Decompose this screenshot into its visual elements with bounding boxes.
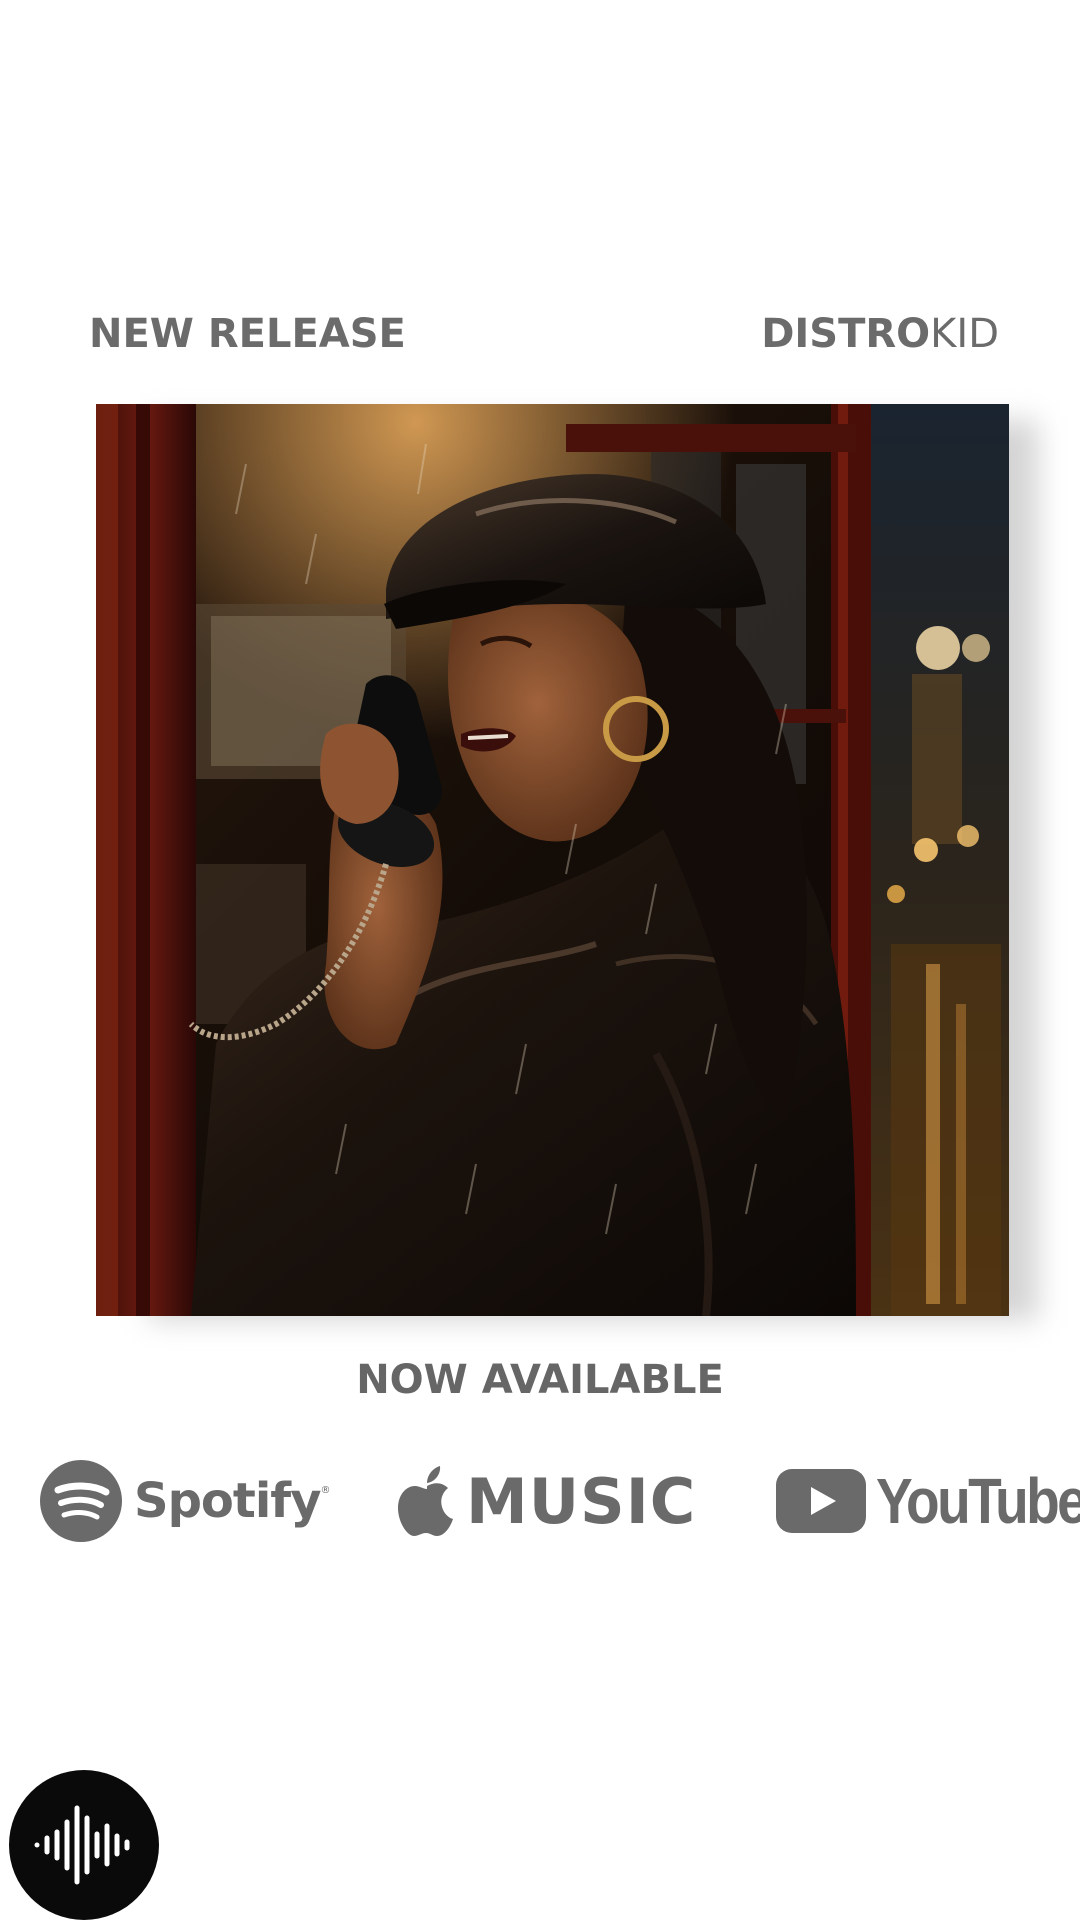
distrokid-logo-light: KID xyxy=(930,311,999,357)
distrokid-logo: DISTROKID xyxy=(761,310,999,358)
youtube-logo[interactable]: YouTube xyxy=(776,1456,1080,1546)
soundwave-badge[interactable] xyxy=(9,1770,159,1920)
apple-icon xyxy=(398,1466,453,1536)
distrokid-logo-bold: DISTRO xyxy=(761,311,931,357)
youtube-label: YouTube xyxy=(876,1465,1080,1537)
album-cover xyxy=(96,404,1009,1316)
spotify-label-text: Spotify xyxy=(134,1473,321,1529)
soundwave-icon xyxy=(34,1805,130,1885)
spotify-label: Spotify® xyxy=(134,1473,330,1529)
youtube-play-icon xyxy=(776,1469,866,1533)
spotify-registered-mark: ® xyxy=(320,1485,330,1496)
apple-music-logo[interactable]: MUSIC xyxy=(398,1456,696,1546)
now-available-label: NOW AVAILABLE xyxy=(356,1357,724,1403)
spotify-icon xyxy=(40,1460,122,1542)
album-cover-art xyxy=(96,404,1009,1316)
spotify-logo[interactable]: Spotify® xyxy=(40,1456,330,1546)
apple-music-label: MUSIC xyxy=(466,1464,697,1538)
new-release-label: NEW RELEASE xyxy=(89,311,406,357)
